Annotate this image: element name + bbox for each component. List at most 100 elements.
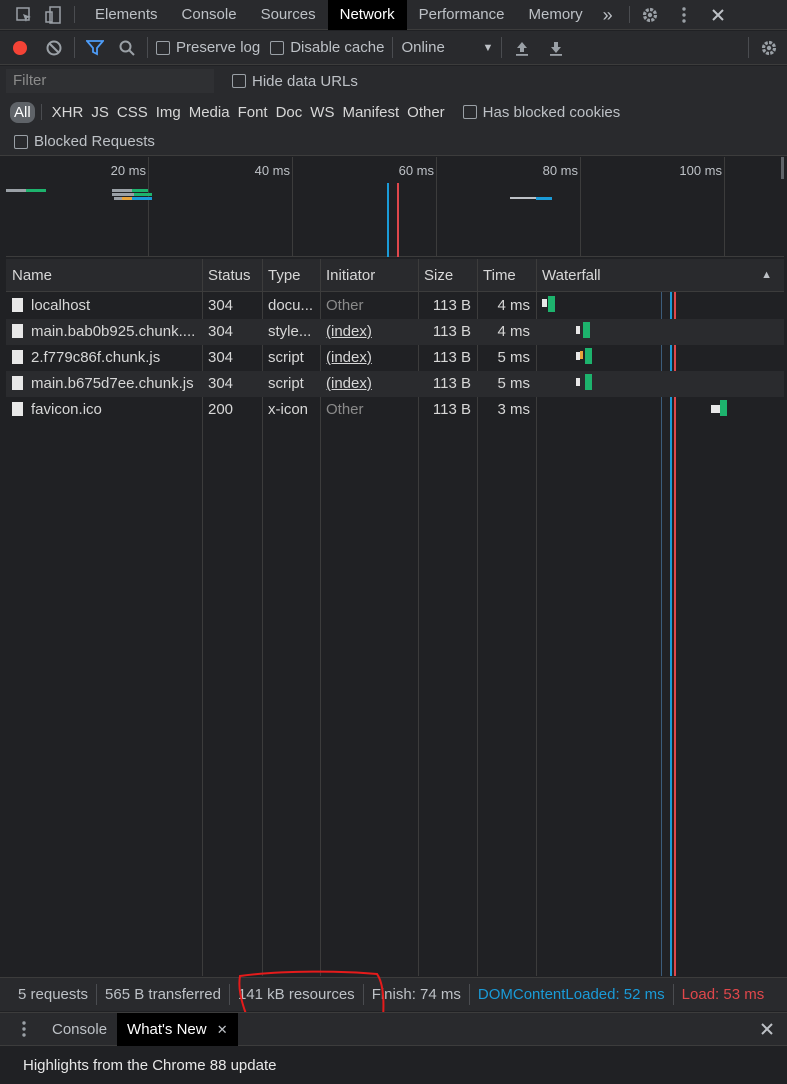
clear-icon[interactable] [42, 36, 66, 60]
type-cell: docu... [268, 297, 314, 314]
tab-console[interactable]: Console [170, 0, 249, 30]
type-filter-css[interactable]: CSS [113, 104, 152, 121]
has-blocked-cookies-checkbox[interactable]: Has blocked cookies [462, 104, 620, 121]
waterfall-bar-connect [580, 351, 583, 359]
tab-memory[interactable]: Memory [517, 0, 595, 30]
size-cell: 113 B [432, 349, 471, 366]
type-cell: script [268, 375, 304, 392]
separator [748, 37, 749, 58]
request-name-cell: localhost [6, 293, 202, 319]
separator [228, 984, 230, 1005]
type-cell: script [268, 349, 304, 366]
table-row[interactable]: localhost 304 docu... Other 113 B 4 ms [6, 293, 784, 319]
type-filter-img[interactable]: Img [152, 104, 185, 121]
preserve-log-checkbox[interactable]: Preserve log [156, 39, 260, 56]
record-icon[interactable] [8, 36, 32, 60]
checkbox-box[interactable] [232, 74, 246, 88]
column-header-initiator[interactable]: Initiator [320, 259, 418, 292]
time-cell: 5 ms [497, 375, 530, 392]
tab-network[interactable]: Network [327, 0, 407, 30]
resource-type-filters: All XHR JS CSS Img Media Font Doc WS Man… [0, 96, 787, 128]
blocked-requests-checkbox[interactable]: Blocked Requests [14, 133, 155, 150]
request-name-cell: main.b675d7ee.chunk.js [6, 371, 202, 397]
type-filter-font[interactable]: Font [234, 104, 272, 121]
column-header-waterfall[interactable]: Waterfall [536, 259, 784, 292]
filter-input[interactable]: Filter [6, 69, 214, 93]
type-filter-manifest[interactable]: Manifest [338, 104, 403, 121]
type-filter-doc[interactable]: Doc [272, 104, 307, 121]
disable-cache-checkbox[interactable]: Disable cache [270, 39, 384, 56]
kebab-menu-icon[interactable] [672, 3, 696, 27]
sort-arrow-icon[interactable]: ▲ [761, 269, 772, 281]
tab-performance[interactable]: Performance [407, 0, 517, 30]
throttling-select[interactable]: Online ▼ [401, 39, 493, 56]
separator [501, 37, 503, 58]
filter-icon[interactable] [83, 36, 107, 60]
table-row[interactable]: main.bab0b925.chunk.... 304 style... (in… [6, 319, 784, 345]
hide-data-urls-checkbox[interactable]: Hide data URLs [232, 73, 358, 90]
search-icon[interactable] [115, 36, 139, 60]
device-toolbar-icon[interactable] [42, 3, 66, 27]
upload-har-icon[interactable] [510, 36, 534, 60]
type-filter-xhr[interactable]: XHR [48, 104, 88, 121]
drawer-tab-bar: Console What's New ✕ [0, 1012, 787, 1046]
table-row[interactable]: main.b675d7ee.chunk.js 304 script (index… [6, 371, 784, 397]
column-header-size[interactable]: Size [418, 259, 477, 292]
checkbox-box[interactable] [14, 134, 28, 149]
download-har-icon[interactable] [544, 36, 568, 60]
separator [392, 37, 394, 58]
checkbox-box[interactable] [156, 40, 170, 55]
initiator-link[interactable]: (index) [320, 371, 418, 397]
drawer-tab-console[interactable]: Console [42, 1013, 117, 1046]
initiator-link[interactable]: (index) [320, 345, 418, 371]
document-icon [12, 298, 23, 312]
table-row[interactable]: 2.f779c86f.chunk.js 304 script (index) 1… [6, 345, 784, 371]
more-tabs-button[interactable]: » [595, 0, 621, 30]
type-filter-js[interactable]: JS [87, 104, 113, 121]
column-header-name[interactable]: Name [6, 259, 202, 292]
document-icon [12, 324, 23, 338]
waterfall-bar-waiting [576, 378, 580, 386]
overview-bars [6, 183, 552, 257]
disable-cache-label: Disable cache [290, 39, 385, 56]
drawer-tab-whats-new[interactable]: What's New ✕ [117, 1012, 238, 1046]
preserve-log-label: Preserve log [176, 39, 261, 56]
close-tab-icon[interactable]: ✕ [217, 1022, 228, 1037]
close-icon[interactable] [706, 3, 730, 27]
dropdown-arrow-icon: ▼ [482, 41, 494, 54]
close-drawer-icon[interactable] [755, 1017, 779, 1041]
devtools-tab-bar: Elements Console Sources Network Perform… [0, 0, 787, 30]
checkbox-box[interactable] [462, 105, 477, 119]
type-cell: style... [268, 323, 312, 340]
timeline-overview[interactable]: 20 ms 40 ms 60 ms 80 ms 100 ms [6, 157, 784, 257]
dom-content-loaded-time: DOMContentLoaded: 52 ms [477, 986, 665, 1003]
separator [74, 6, 75, 23]
inspect-element-icon[interactable] [12, 3, 36, 27]
gear-icon[interactable] [638, 3, 662, 27]
type-filter-other[interactable]: Other [403, 104, 449, 121]
column-header-time[interactable]: Time [477, 259, 536, 292]
initiator-link[interactable]: (index) [320, 319, 418, 345]
request-count: 5 requests [18, 986, 89, 1003]
column-header-type[interactable]: Type [262, 259, 320, 292]
time-cell: 4 ms [497, 297, 530, 314]
waterfall-bar-download [548, 296, 555, 312]
waterfall-bar-download [720, 400, 727, 416]
table-row[interactable]: favicon.ico 200 x-icon Other 113 B 3 ms [6, 397, 784, 423]
network-settings-gear-icon[interactable] [757, 36, 781, 60]
tab-elements[interactable]: Elements [83, 0, 170, 30]
type-filter-all[interactable]: All [10, 101, 35, 123]
waterfall-bar-download [583, 322, 590, 338]
throttling-value: Online [401, 39, 445, 56]
separator [147, 37, 148, 58]
column-header-status[interactable]: Status [202, 259, 262, 292]
drawer-menu-icon[interactable] [12, 1017, 36, 1041]
tab-sources[interactable]: Sources [249, 0, 328, 30]
document-icon [12, 350, 23, 364]
overview-scroll-handle[interactable] [781, 157, 784, 179]
size-cell: 113 B [432, 375, 471, 392]
type-filter-ws[interactable]: WS [306, 104, 338, 121]
type-filter-media[interactable]: Media [185, 104, 234, 121]
checkbox-box[interactable] [270, 40, 285, 55]
hide-data-urls-label: Hide data URLs [252, 72, 358, 90]
